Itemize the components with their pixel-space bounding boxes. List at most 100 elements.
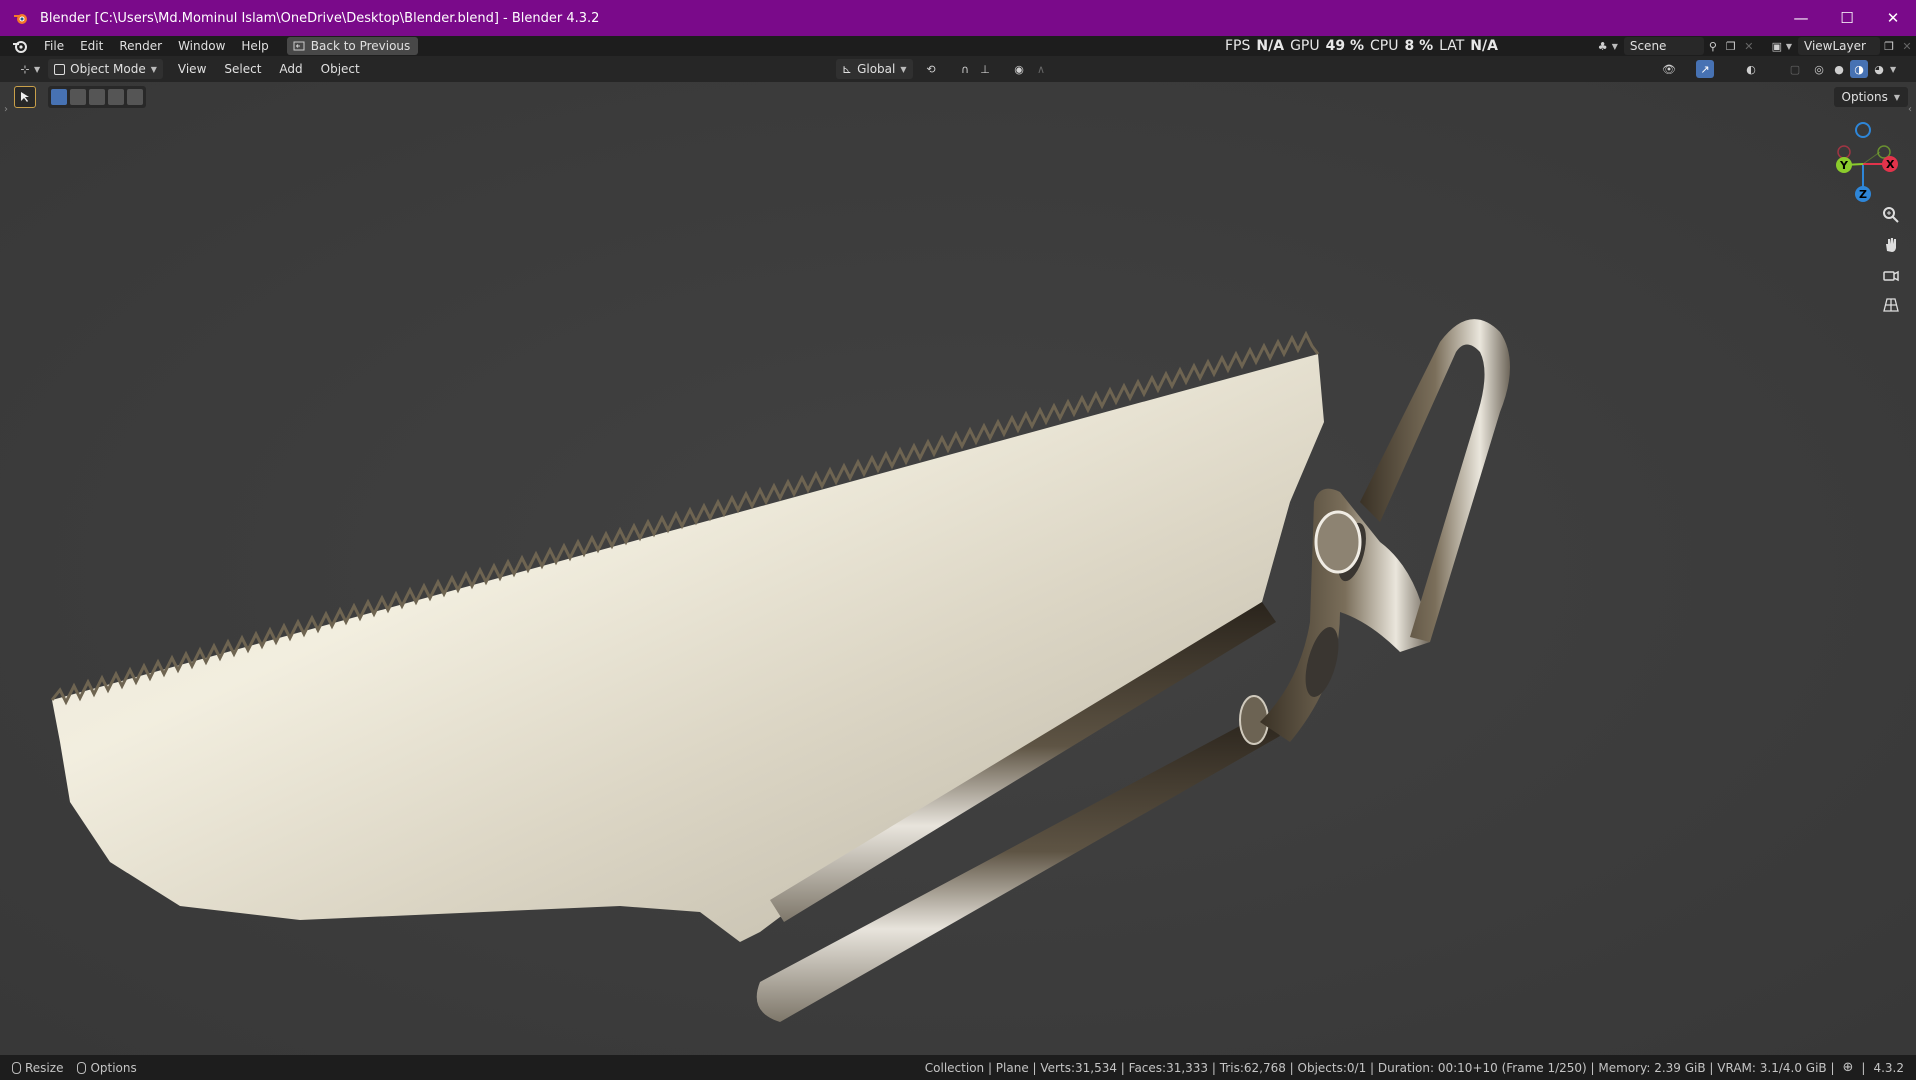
delete-scene-icon[interactable]: ✕ [1740,37,1758,55]
menu-render[interactable]: Render [111,36,170,56]
view-layer-name: ViewLayer [1804,39,1866,53]
material-preview-shading-icon[interactable]: ◑ [1850,60,1868,78]
rendered-shading-icon[interactable]: ◕ [1870,60,1888,78]
mouse-icon [12,1061,21,1074]
delete-view-layer-icon[interactable]: ✕ [1898,37,1916,55]
back-to-previous-button[interactable]: Back to Previous [286,37,419,55]
chevron-down-icon[interactable]: ▼ [1786,42,1792,51]
proportional-editing-icon[interactable]: ◉ [1010,60,1028,78]
falloff-icon[interactable]: ∧ [1032,60,1050,78]
hand-pan-icon[interactable] [1876,230,1906,260]
saw-knob [1314,510,1362,574]
scene-name-field[interactable]: Scene [1623,37,1704,55]
new-scene-icon[interactable]: ❐ [1722,37,1740,55]
status-divider: | [1861,1060,1866,1075]
maximize-button[interactable]: ☐ [1824,0,1870,36]
globe-icon[interactable]: ⊕ [1843,1060,1854,1075]
wireframe-shading-icon[interactable]: ◎ [1810,60,1828,78]
perspective-grid-icon[interactable] [1876,290,1906,320]
sidebar-expand-icon[interactable]: ‹ [1908,104,1912,115]
close-button[interactable]: ✕ [1870,0,1916,36]
gizmo-z-label: Z [1859,188,1867,201]
overlays-icon[interactable]: ◐ [1742,60,1760,78]
viewport-header: ⊹ ▼ Object Mode ▼ View Select Add Object… [0,56,1916,82]
snap-target-icon[interactable]: ⊥ [976,60,994,78]
blender-logo-icon[interactable] [10,36,30,56]
viewport-menu-add[interactable]: Add [270,62,311,76]
window-title: Blender [C:\Users\Md.Mominul Islam\OneDr… [40,10,600,26]
mode-label: Object Mode [70,62,146,76]
view-layer-icon[interactable]: ▣ [1768,37,1786,55]
mode-dropdown[interactable]: Object Mode ▼ [48,59,163,79]
chevron-down-icon: ▼ [150,64,157,74]
gpu-value: 49 % [1325,38,1364,54]
pivot-point-icon[interactable]: ⟲ [922,60,940,78]
blender-icon [10,7,32,29]
chevron-down-icon: ▼ [900,64,907,74]
menu-edit[interactable]: Edit [72,36,111,56]
minimize-button[interactable]: — [1778,0,1824,36]
gizmo-z-positive-dot[interactable] [1855,122,1871,138]
scene-icon[interactable]: ♣ [1594,37,1612,55]
select-invert-icon[interactable] [108,89,124,105]
menu-file[interactable]: File [36,36,72,56]
orientation-label: Global [857,62,896,76]
orientation-icon: ⊾ [842,62,853,76]
menu-window[interactable]: Window [170,36,233,56]
chevron-down-icon[interactable]: ▼ [1890,65,1896,78]
scene-statistics: Collection | Plane | Verts:31,534 | Face… [924,1060,1835,1075]
chevron-down-icon[interactable]: ▼ [34,65,40,74]
viewport-render [0,82,1916,1060]
solid-shading-icon[interactable]: ● [1830,60,1848,78]
fps-label: FPS [1225,38,1251,54]
scene-selector-area: ♣ ▼ Scene ⚲ ❐ ✕ ▣ ▼ ViewLayer ❐ ✕ [1594,36,1916,56]
scene-name: Scene [1629,39,1667,53]
select-intersect-icon[interactable] [127,89,143,105]
chevron-down-icon[interactable]: ▼ [1612,42,1618,51]
gizmo-y-label: Y [1840,159,1848,172]
select-subtract-icon[interactable] [89,89,105,105]
menu-help[interactable]: Help [233,36,276,56]
visibility-icon[interactable]: 👁 [1660,60,1678,78]
fps-value: N/A [1256,38,1285,54]
camera-view-icon[interactable] [1876,260,1906,290]
cpu-value: 8 % [1404,38,1434,54]
viewport-options-button[interactable]: Options ▼ [1833,87,1908,107]
cpu-label: CPU [1370,38,1399,54]
status-options-hint: Options [77,1060,137,1075]
object-mode-icon [54,63,66,75]
options-hint-label: Options [90,1060,137,1075]
zoom-icon[interactable] [1876,200,1906,230]
gizmo-toggle-icon[interactable]: ↗ [1696,60,1714,78]
pin-icon[interactable]: ⚲ [1704,37,1722,55]
editor-type-icon[interactable]: ⊹ [16,60,34,78]
select-extend-icon[interactable] [70,89,86,105]
toolbar-expand-icon[interactable]: › [4,104,8,115]
chevron-down-icon: ▼ [1893,92,1900,102]
status-bar: Resize Options Collection | Plane | Vert… [0,1055,1916,1080]
lat-label: LAT [1439,38,1465,54]
viewport-menu-view[interactable]: View [169,62,215,76]
options-label: Options [1841,90,1888,104]
back-screen-icon [293,41,305,51]
transform-orientation-dropdown[interactable]: ⊾ Global ▼ [836,59,913,79]
back-to-previous-label: Back to Previous [310,39,411,53]
3d-viewport[interactable]: X Y Z › ‹ [0,82,1916,1060]
resize-label: Resize [25,1060,64,1075]
version-label: 4.3.2 [1873,1060,1904,1075]
gizmo-x-label: X [1886,158,1895,171]
viewport-menu-object[interactable]: Object [312,62,369,76]
viewport-menu-select[interactable]: Select [215,62,270,76]
select-new-icon[interactable] [51,89,67,105]
performance-stats: FPS N/A GPU 49 % CPU 8 % LAT N/A [1225,36,1498,56]
new-view-layer-icon[interactable]: ❐ [1880,37,1898,55]
viewport-tool-row [14,86,146,108]
gpu-label: GPU [1290,38,1320,54]
snap-icon[interactable]: ∩ [956,60,974,78]
window-titlebar: Blender [C:\Users\Md.Mominul Islam\OneDr… [0,0,1916,36]
select-tool-icon[interactable] [14,86,36,108]
selection-mode-group [48,86,146,108]
xray-icon[interactable]: ▢ [1786,60,1804,78]
view-layer-field[interactable]: ViewLayer [1798,37,1880,55]
mouse-icon [77,1061,87,1074]
